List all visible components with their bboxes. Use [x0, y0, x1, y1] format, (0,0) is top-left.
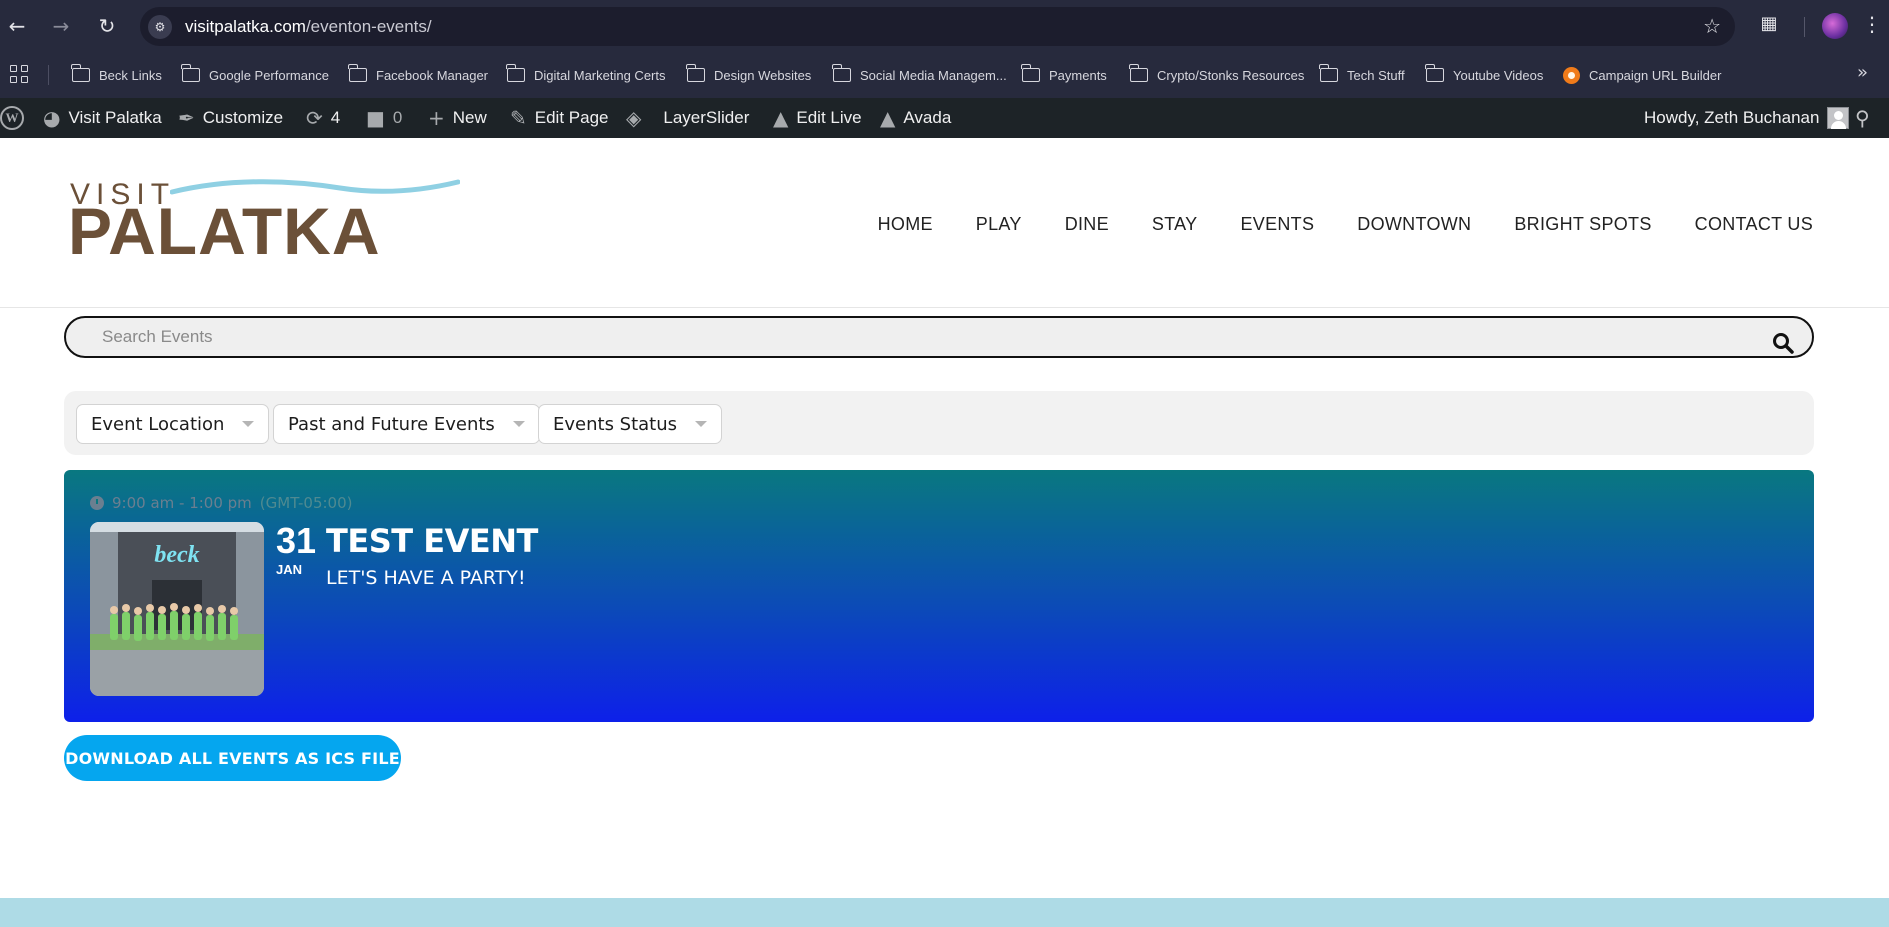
folder-icon: [1129, 64, 1148, 82]
bookmark-facebook-manager[interactable]: Facebook Manager: [348, 64, 488, 86]
main-navigation: HOME PLAY DINE STAY EVENTS DOWNTOWN BRIG…: [878, 214, 1813, 235]
extensions-icon[interactable]: ▦: [1756, 13, 1782, 39]
event-subtitle: LET'S HAVE A PARTY!: [326, 567, 526, 589]
event-title[interactable]: TEST EVENT: [326, 522, 538, 560]
wp-account[interactable]: Howdy, Zeth Buchanan: [1644, 98, 1850, 138]
site-header: VISIT PALATKA HOME PLAY DINE STAY EVENTS…: [0, 138, 1889, 308]
folder-icon: [1021, 64, 1040, 82]
bookmark-google-performance[interactable]: Google Performance: [181, 64, 329, 86]
filter-events-status[interactable]: Events Status: [538, 404, 723, 444]
nav-events[interactable]: EVENTS: [1240, 214, 1314, 235]
bookmark-payments[interactable]: Payments: [1021, 64, 1107, 86]
site-logo[interactable]: VISIT PALATKA: [68, 178, 460, 266]
bookmark-tech-stuff[interactable]: Tech Stuff: [1319, 64, 1405, 86]
event-search: [64, 316, 1814, 358]
folder-icon: [181, 64, 200, 82]
browser-toolbar: ← → ↻ ⚙ visitpalatka.com/eventon-events/…: [0, 0, 1889, 53]
brush-icon: ✒: [178, 106, 195, 130]
chevron-down-icon: [512, 421, 525, 427]
plus-icon: +: [428, 106, 445, 130]
filter-event-location[interactable]: Event Location: [76, 404, 270, 444]
forward-icon[interactable]: →: [48, 13, 74, 39]
wp-site-menu[interactable]: ◕ Visit Palatka: [43, 98, 162, 138]
event-image[interactable]: beck: [90, 522, 264, 696]
reload-icon[interactable]: ↻: [94, 13, 120, 39]
nav-home[interactable]: HOME: [878, 214, 933, 235]
address-bar[interactable]: ⚙ visitpalatka.com/eventon-events/ ☆: [140, 7, 1735, 46]
wp-logo-menu[interactable]: W: [0, 98, 24, 138]
url-text[interactable]: visitpalatka.com/eventon-events/: [185, 17, 432, 37]
folder-icon: [686, 64, 705, 82]
menu-icon[interactable]: ⋮: [1862, 12, 1882, 36]
dashboard-icon: ◕: [43, 106, 61, 130]
filter-past-future[interactable]: Past and Future Events: [273, 404, 540, 444]
campaign-icon: [1563, 66, 1580, 84]
wp-new[interactable]: + New: [428, 98, 487, 138]
wp-avada[interactable]: ▲ Avada: [880, 98, 951, 138]
folder-icon: [506, 64, 525, 82]
avada-icon: ▲: [773, 106, 789, 130]
event-day: 31: [276, 520, 317, 561]
folder-icon: [1425, 64, 1444, 82]
folder-icon: [71, 64, 90, 82]
bookmark-youtube-videos[interactable]: Youtube Videos: [1425, 64, 1543, 86]
download-ics-button[interactable]: DOWNLOAD ALL EVENTS AS ICS FILE: [64, 735, 401, 781]
wp-customize[interactable]: ✒ Customize: [178, 98, 283, 138]
clock-icon: [90, 496, 104, 510]
nav-play[interactable]: PLAY: [976, 214, 1022, 235]
apps-grid-icon[interactable]: [10, 65, 30, 85]
folder-icon: [348, 64, 367, 82]
toolbar-divider: [1804, 17, 1805, 37]
user-avatar: [1827, 107, 1850, 129]
wp-updates[interactable]: ⟳ 4: [306, 98, 340, 138]
nav-downtown[interactable]: DOWNTOWN: [1357, 214, 1471, 235]
comment-icon: ■: [366, 106, 385, 130]
chevron-down-icon: [242, 421, 255, 427]
event-photo: beck: [90, 522, 264, 696]
profile-avatar[interactable]: [1822, 13, 1848, 39]
bookmark-star-icon[interactable]: ☆: [1703, 14, 1721, 38]
footer-strip: [0, 898, 1889, 927]
wp-comments[interactable]: ■ 0: [366, 98, 402, 138]
bookmark-social-media[interactable]: Social Media Managem...: [832, 64, 1007, 86]
bookmark-campaign-url-builder[interactable]: Campaign URL Builder: [1563, 64, 1721, 86]
search-icon: ⚲: [1855, 106, 1870, 130]
bookmark-beck-links[interactable]: Beck Links: [71, 64, 162, 86]
site-info-icon[interactable]: ⚙: [148, 15, 172, 39]
wp-search[interactable]: ⚲: [1855, 98, 1870, 138]
svg-text:beck: beck: [154, 542, 199, 568]
wp-admin-bar: W ◕ Visit Palatka ✒ Customize ⟳ 4 ■ 0 + New ✎…: [0, 98, 1889, 138]
nav-dine[interactable]: DINE: [1065, 214, 1109, 235]
pencil-icon: ✎: [510, 106, 527, 130]
event-month: JAN: [276, 562, 303, 577]
event-time: 9:00 am - 1:00 pm (GMT-05:00): [90, 494, 353, 512]
wordpress-icon: W: [0, 106, 24, 130]
wp-edit-live[interactable]: ▲ Edit Live: [773, 98, 862, 138]
event-card[interactable]: 9:00 am - 1:00 pm (GMT-05:00) beck 31 JA…: [64, 470, 1814, 722]
avada-icon: ▲: [880, 106, 896, 130]
nav-contact-us[interactable]: CONTACT US: [1695, 214, 1813, 235]
wp-layerslider[interactable]: ◈ LayerSlider: [626, 98, 749, 138]
bookmark-crypto[interactable]: Crypto/Stonks Resources: [1129, 64, 1304, 86]
layers-icon: ◈: [626, 106, 642, 130]
chevron-down-icon: [695, 421, 708, 427]
search-events-input[interactable]: [102, 326, 1702, 348]
search-icon[interactable]: [1772, 332, 1794, 354]
bookmark-design-websites[interactable]: Design Websites: [686, 64, 811, 86]
logo-palatka-text: PALATKA: [68, 194, 381, 268]
bookmarks-bar: Beck Links Google Performance Facebook M…: [0, 53, 1889, 98]
folder-icon: [832, 64, 851, 82]
event-filters: Event Location Past and Future Events Ev…: [64, 391, 1814, 455]
bookmark-digital-marketing-certs[interactable]: Digital Marketing Certs: [506, 64, 666, 86]
more-bookmarks-icon[interactable]: »: [1857, 62, 1868, 83]
nav-stay[interactable]: STAY: [1152, 214, 1198, 235]
folder-icon: [1319, 64, 1338, 82]
back-icon[interactable]: ←: [4, 13, 30, 39]
nav-bright-spots[interactable]: BRIGHT SPOTS: [1514, 214, 1651, 235]
bookmarks-divider: [48, 65, 49, 85]
wp-edit-page[interactable]: ✎ Edit Page: [510, 98, 609, 138]
updates-icon: ⟳: [306, 106, 323, 130]
